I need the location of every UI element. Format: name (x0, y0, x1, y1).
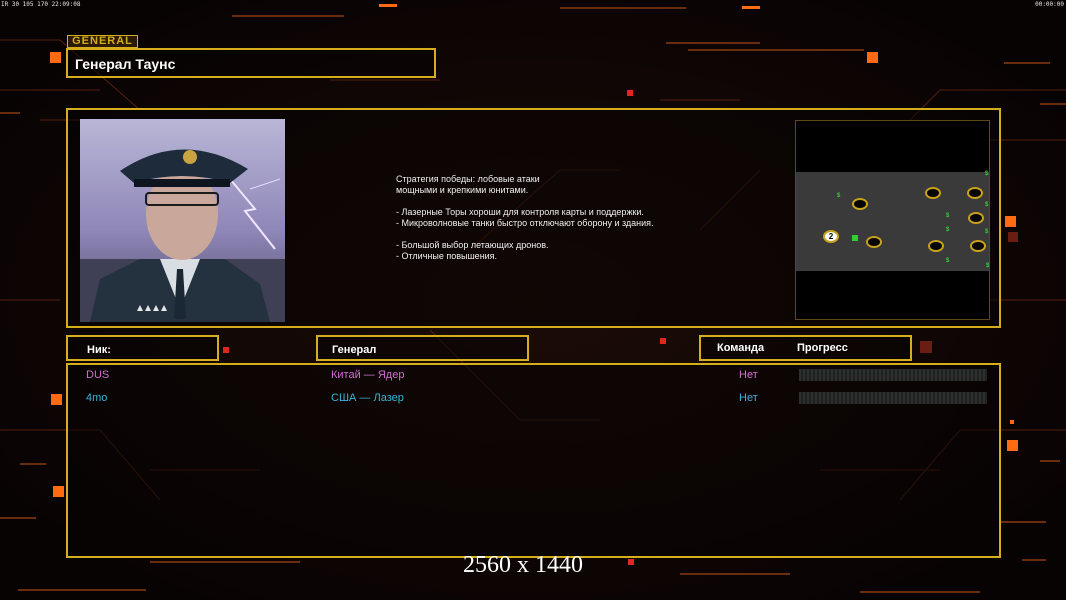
deco-dot (223, 347, 229, 353)
header-progress-label: Прогресс (797, 342, 848, 354)
deco-square (867, 52, 878, 63)
description-line: мощными и крепкими юнитами. (396, 185, 529, 195)
player-general: Китай — Ядер (331, 369, 405, 381)
hud-clock: 00:00:00 (1035, 1, 1064, 8)
deco-square (53, 486, 64, 497)
map-node (928, 240, 944, 252)
deco-square (1007, 440, 1018, 451)
description-line: - Лазерные Торы хороши для контроля карт… (396, 207, 644, 217)
player-list-panel: DUS Китай — Ядер Нет 4mo США — Лазер Нет (66, 363, 1001, 558)
deco-dot (628, 559, 634, 565)
deco-square (50, 52, 61, 63)
resolution-watermark: 2560 x 1440 (463, 552, 583, 578)
player-team: Нет (739, 369, 758, 381)
map-node (967, 187, 983, 199)
player-nick: 4mo (86, 392, 108, 404)
header-general-label: Генерал (332, 344, 377, 356)
player-general: США — Лазер (331, 392, 404, 404)
header-team-progress[interactable]: Команда Прогресс (699, 335, 912, 361)
money-icon: $ (946, 213, 950, 219)
map-player-dot (852, 235, 858, 241)
map-node (866, 236, 882, 248)
general-name: Генерал Таунс (75, 56, 176, 72)
header-nick[interactable]: Ник: (66, 335, 219, 361)
general-info-panel: Стратегия победы: лобовые атаки мощными … (66, 108, 1001, 328)
portrait-image (80, 119, 285, 322)
description-line: - Отличные повышения. (396, 251, 498, 261)
deco-square (1005, 216, 1016, 227)
money-icon: $ (946, 227, 950, 233)
deco-square (51, 394, 62, 405)
header-nick-label: Ник: (87, 344, 111, 356)
table-row[interactable]: 4mo США — Лазер Нет (68, 389, 999, 411)
description-line: - Большой выбор летающих дронов. (396, 240, 549, 250)
description-line: - Микроволновые танки быстро отключают о… (396, 218, 654, 228)
general-name-box: Генерал Таунс (66, 48, 436, 78)
general-tag: GENERAL (67, 35, 138, 48)
player-nick: DUS (86, 369, 110, 381)
deco-square-dark (1008, 232, 1018, 242)
money-icon: $ (946, 258, 950, 264)
description-line: Стратегия победы: лобовые атаки (396, 174, 540, 184)
money-icon: $ (837, 193, 841, 199)
map-node (925, 187, 941, 199)
map-node (970, 240, 986, 252)
description-line (396, 196, 756, 207)
money-icon: $ (985, 229, 989, 235)
map-node (852, 198, 868, 210)
table-row[interactable]: DUS Китай — Ядер Нет (68, 365, 999, 387)
header-team-label: Команда (717, 342, 765, 354)
map-start-marker: 2 (823, 230, 839, 243)
map-node (968, 212, 984, 224)
description-line (396, 229, 756, 240)
map-preview[interactable]: 2 $ $ $ $ $ $ $ $ (795, 120, 990, 320)
player-progress-bar (799, 392, 987, 404)
hud-stats: IR 30 105 170 22:09:08 (1, 1, 81, 8)
money-icon: $ (986, 263, 990, 269)
money-icon: $ (985, 171, 989, 177)
deco-dot (627, 90, 633, 96)
header-general[interactable]: Генерал (316, 335, 529, 361)
deco-dot (660, 338, 666, 344)
map-terrain (796, 172, 989, 271)
player-progress-bar (799, 369, 987, 381)
general-description: Стратегия победы: лобовые атаки мощными … (396, 174, 756, 262)
deco-square-dark (920, 341, 932, 353)
general-portrait (80, 119, 285, 322)
money-icon: $ (985, 202, 989, 208)
player-team: Нет (739, 392, 758, 404)
